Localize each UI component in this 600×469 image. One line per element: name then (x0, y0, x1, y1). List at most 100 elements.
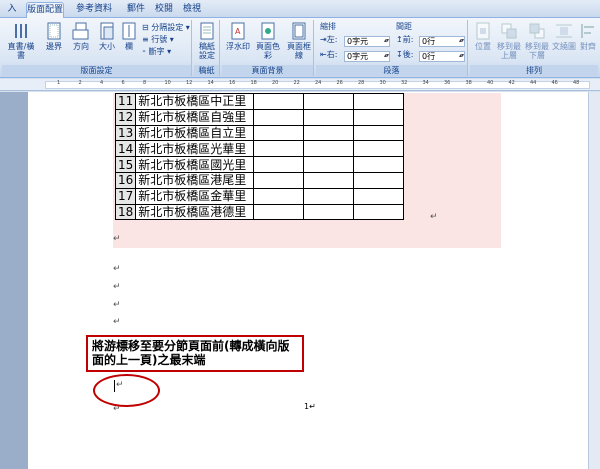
breaks-icon: ⊟ (142, 23, 149, 32)
empty-cell[interactable] (353, 156, 405, 173)
manuscript-icon (200, 22, 214, 40)
size-button[interactable]: 大小 (96, 22, 118, 51)
columns-button[interactable]: 欄 (120, 22, 138, 51)
empty-cell[interactable] (353, 108, 405, 126)
district-name-cell[interactable]: 新北市板橋區中正里 (135, 93, 255, 110)
empty-cell[interactable] (353, 187, 405, 205)
spacing-after-input[interactable]: 0行 (419, 51, 465, 62)
indent-left-input[interactable]: 0字元 (344, 36, 390, 47)
row-number-cell[interactable]: 18 (114, 203, 137, 221)
empty-cell[interactable] (253, 124, 305, 142)
district-name-cell[interactable]: 新北市板橋區自立里 (135, 124, 255, 142)
margins-button[interactable]: 邊界 (42, 22, 66, 51)
orientation-icon (72, 22, 89, 40)
ruler-number: 38 (465, 80, 472, 86)
empty-cell[interactable] (303, 108, 355, 126)
district-name-cell[interactable]: 新北市板橋區自強里 (135, 108, 255, 126)
empty-cell[interactable] (303, 203, 355, 221)
district-name-cell[interactable]: 新北市板橋區國光里 (135, 156, 255, 173)
table-row: 13 新北市板橋區自立里 (114, 124, 405, 142)
ruler-number: 2 (78, 80, 82, 86)
empty-cell[interactable] (253, 140, 305, 158)
page-borders-button[interactable]: 頁面框線 (284, 22, 314, 60)
columns-icon (122, 22, 136, 40)
watermark-button[interactable]: A 浮水印 (224, 22, 252, 51)
table-row: 11 新北市板橋區中正里 (114, 93, 405, 110)
empty-cell[interactable] (303, 140, 355, 158)
empty-cell[interactable] (253, 203, 305, 221)
empty-cell[interactable] (303, 156, 355, 173)
empty-cell[interactable] (303, 124, 355, 142)
page-color-icon (261, 22, 275, 40)
breaks-button[interactable]: ⊟ 分隔設定 ▾ (142, 23, 190, 33)
vertical-scrollbar[interactable] (588, 92, 600, 469)
position-icon (476, 22, 490, 40)
row-number-cell[interactable]: 14 (114, 140, 137, 158)
text-direction-button[interactable]: 直書/橫書 (4, 22, 38, 60)
spacing-before-label: ↥前: (396, 35, 414, 44)
orientation-button[interactable]: 方向 (70, 22, 92, 51)
indent-title: 縮排 (320, 22, 336, 31)
district-name-cell[interactable]: 新北市板橋區港尾里 (135, 171, 255, 189)
empty-cell[interactable] (353, 203, 405, 221)
empty-cell[interactable] (353, 93, 405, 110)
district-name-cell[interactable]: 新北市板橋區金華里 (135, 187, 255, 205)
ruler-number: 6 (121, 80, 125, 86)
empty-cell[interactable] (303, 187, 355, 205)
empty-cell[interactable] (303, 93, 355, 110)
empty-cell[interactable] (253, 93, 305, 110)
spacing-before-input[interactable]: 0行 (419, 36, 465, 47)
ruler-number: 8 (143, 80, 147, 86)
hyphenation-button[interactable]: ⁃ 斷字 ▾ (142, 47, 171, 57)
tab-page-layout[interactable]: 版面配置 (26, 2, 64, 18)
row-number-cell[interactable]: 12 (114, 108, 137, 126)
empty-cell[interactable] (253, 171, 305, 189)
table-row: 16 新北市板橋區港尾里 (114, 171, 405, 189)
ruler-number: 20 (272, 80, 279, 86)
tab-review[interactable]: 校閱 (150, 2, 178, 18)
ruler-number: 32 (401, 80, 408, 86)
tab-references[interactable]: 參考資料 (72, 2, 116, 18)
spacing-title: 間距 (396, 22, 412, 31)
cursor-paragraph-mark: ↵ (116, 380, 124, 390)
align-button[interactable]: 對齊 (578, 22, 598, 51)
group-label-page-background: 頁面背景 (222, 65, 313, 76)
position-button[interactable]: 位置 (472, 22, 494, 51)
bring-to-front-button[interactable]: 移到最上層 (496, 22, 522, 60)
horizontal-ruler[interactable]: 1 2 4 6 8 10 12 14 16 18 20 22 24 26 28 30 32 34 36 38 40 42 4… (0, 79, 600, 91)
line-numbers-button[interactable]: ≡ 行號 ▾ (142, 35, 174, 45)
paragraph-mark: ↵ (113, 264, 121, 274)
empty-cell[interactable] (353, 140, 405, 158)
spacing-after-icon: ↧ (396, 50, 403, 59)
empty-cell[interactable] (253, 108, 305, 126)
send-to-back-button[interactable]: 移到最下層 (524, 22, 550, 60)
manuscript-setup-button[interactable]: 稿紙設定 (196, 22, 218, 60)
indent-right-input[interactable]: 0字元 (344, 51, 390, 62)
group-label-manuscript: 稿紙 (194, 65, 219, 76)
hyphenation-icon: ⁃ (142, 47, 146, 56)
empty-cell[interactable] (353, 124, 405, 142)
cell-end-mark: ↵ (430, 212, 438, 222)
row-number-cell[interactable]: 13 (114, 124, 137, 142)
tab-insert[interactable]: 入 (2, 2, 22, 18)
table-row: 14 新北市板橋區光華里 (114, 140, 405, 158)
row-number-cell[interactable]: 15 (114, 156, 137, 173)
empty-cell[interactable] (353, 171, 405, 189)
paragraph-mark: ↵ (113, 317, 121, 327)
row-number-cell[interactable]: 11 (114, 93, 137, 110)
tab-mailings[interactable]: 郵件 (122, 2, 150, 18)
district-name-cell[interactable]: 新北市板橋區光華里 (135, 140, 255, 158)
row-number-cell[interactable]: 16 (114, 171, 137, 189)
page-color-button[interactable]: 頁面色彩 (253, 22, 283, 60)
text-wrapping-icon (556, 24, 572, 38)
tab-view[interactable]: 檢視 (178, 2, 206, 18)
row-number-cell[interactable]: 17 (114, 187, 137, 205)
text-cursor[interactable] (114, 380, 115, 392)
align-icon (581, 24, 594, 38)
empty-cell[interactable] (253, 156, 305, 173)
empty-cell[interactable] (303, 171, 355, 189)
text-wrapping-button[interactable]: 文繞圖 (552, 22, 576, 51)
district-name-cell[interactable]: 新北市板橋區港德里 (135, 203, 255, 221)
table-row: 17 新北市板橋區金華里 (114, 187, 405, 205)
empty-cell[interactable] (253, 187, 305, 205)
